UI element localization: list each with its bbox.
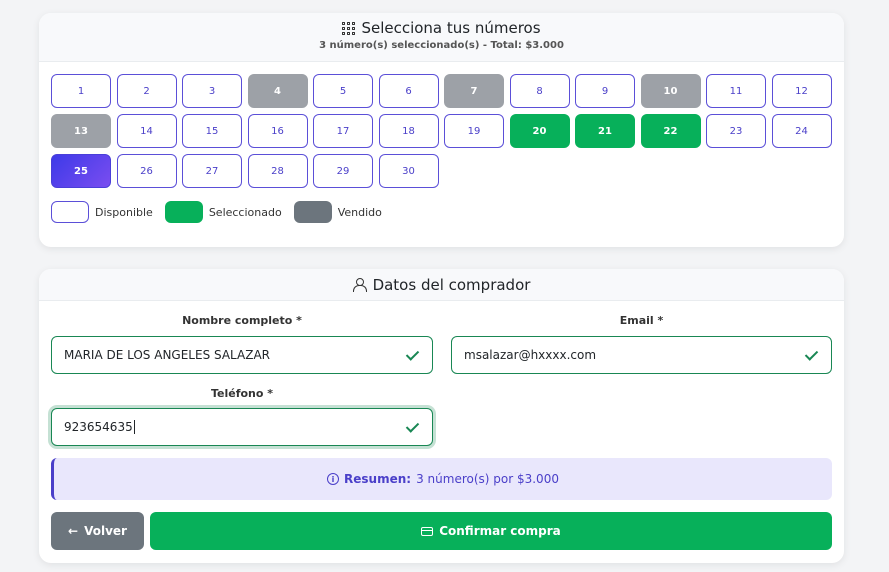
number-button[interactable]: 15 <box>182 114 242 148</box>
buyer-card-header: Datos del comprador <box>39 269 844 301</box>
email-field[interactable]: msalazar@hxxxx.com <box>451 336 832 374</box>
number-button: 13 <box>51 114 111 148</box>
grid-icon <box>342 21 356 35</box>
numbers-card: Selecciona tus números 3 número(s) selec… <box>39 13 844 247</box>
number-button: 4 <box>247 74 308 108</box>
number-button[interactable]: 18 <box>378 114 439 148</box>
person-icon <box>352 278 367 292</box>
back-button-label: Volver <box>84 524 127 538</box>
number-button[interactable]: 16 <box>247 114 308 148</box>
number-button[interactable]: 8 <box>509 74 570 108</box>
number-button[interactable]: 22 <box>640 114 701 148</box>
number-button[interactable]: 24 <box>771 114 832 148</box>
numbers-title: Selecciona tus números <box>39 19 844 37</box>
email-value: msalazar@hxxxx.com <box>464 348 597 362</box>
legend-selected-label: Seleccionado <box>208 205 282 219</box>
check-icon <box>406 348 420 362</box>
check-icon <box>406 420 420 434</box>
number-button[interactable]: 5 <box>313 74 373 108</box>
number-button[interactable]: 26 <box>116 154 177 188</box>
number-button[interactable]: 11 <box>706 74 766 108</box>
number-button[interactable]: 21 <box>575 114 635 148</box>
name-field[interactable]: MARIA DE LOS ANGELES SALAZAR <box>51 336 433 374</box>
number-button[interactable]: 3 <box>182 74 242 108</box>
numbers-subtitle: 3 número(s) seleccionado(s) - Total: $3.… <box>319 40 564 51</box>
legend-available-swatch <box>51 201 89 223</box>
check-icon <box>805 348 819 362</box>
number-button[interactable]: 6 <box>378 74 439 108</box>
text-caret <box>133 420 135 435</box>
email-label: Email * <box>619 314 664 327</box>
arrow-left-icon: ← <box>68 524 79 538</box>
buyer-card: Datos del comprador Nombre completo * MA… <box>39 269 844 563</box>
summary-text: 3 número(s) por $3.000 <box>416 472 559 486</box>
phone-field[interactable]: 923654635 <box>51 408 433 446</box>
legend-sold-swatch <box>293 201 332 223</box>
number-button[interactable]: 12 <box>771 74 832 108</box>
name-value: MARIA DE LOS ANGELES SALAZAR <box>64 348 270 362</box>
legend-available-label: Disponible <box>95 205 153 219</box>
phone-value: 923654635 <box>64 419 133 434</box>
name-label: Nombre completo * <box>182 314 302 327</box>
number-button[interactable]: 23 <box>706 114 766 148</box>
number-button[interactable]: 20 <box>509 114 570 148</box>
number-button[interactable]: 19 <box>444 114 504 148</box>
legend-selected-swatch <box>164 201 203 223</box>
number-button: 10 <box>640 74 701 108</box>
number-button[interactable]: 1 <box>51 74 111 108</box>
numbers-title-text: Selecciona tus números <box>361 19 541 37</box>
number-button[interactable]: 17 <box>313 114 373 148</box>
number-button[interactable]: 27 <box>182 154 242 188</box>
phone-label: Teléfono * <box>210 387 274 400</box>
summary-box: i Resumen: 3 número(s) por $3.000 <box>51 458 832 500</box>
number-button[interactable]: 14 <box>116 114 177 148</box>
number-button[interactable]: 2 <box>116 74 177 108</box>
number-button[interactable]: 29 <box>313 154 373 188</box>
number-button[interactable]: 28 <box>247 154 308 188</box>
info-icon: i <box>327 473 340 485</box>
legend: Disponible Seleccionado Vendido <box>51 201 394 223</box>
confirm-purchase-button[interactable]: Confirmar compra <box>150 512 832 550</box>
legend-sold-label: Vendido <box>337 205 382 219</box>
credit-card-icon <box>421 526 434 536</box>
back-button[interactable]: ← Volver <box>51 512 144 550</box>
number-button[interactable]: 25 <box>51 154 111 188</box>
summary-label: Resumen: <box>344 472 412 486</box>
buyer-title: Datos del comprador <box>372 275 531 294</box>
numbers-card-header: Selecciona tus números 3 número(s) selec… <box>39 13 844 62</box>
number-button: 7 <box>444 74 504 108</box>
number-button[interactable]: 30 <box>378 154 439 188</box>
number-button[interactable]: 9 <box>575 74 635 108</box>
confirm-button-label: Confirmar compra <box>439 524 561 538</box>
